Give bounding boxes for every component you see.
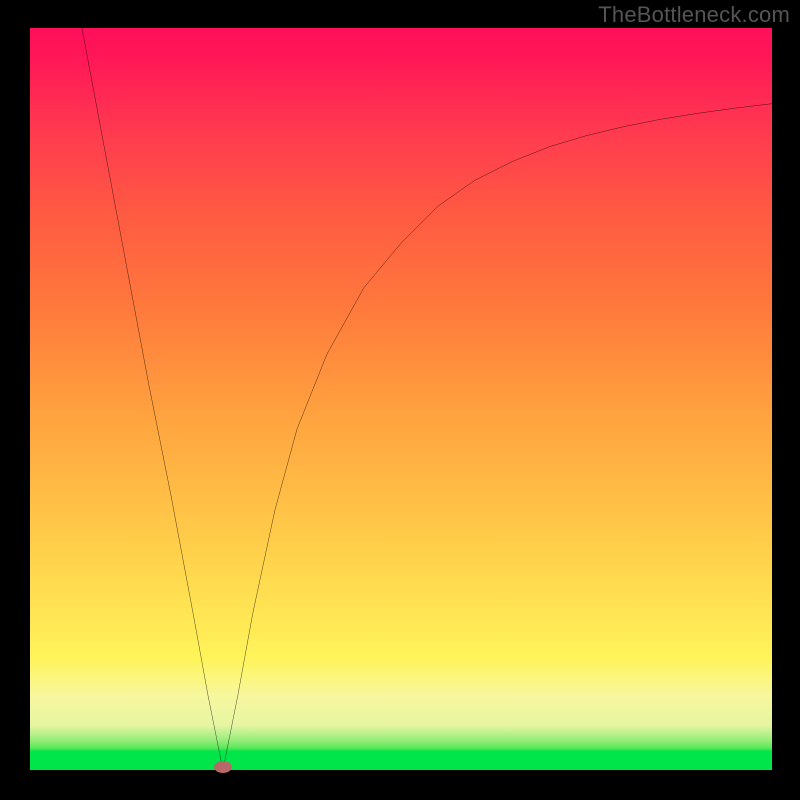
plot-area [30, 28, 772, 770]
optimal-point-marker [214, 761, 232, 773]
curve-svg [30, 28, 772, 770]
watermark-text: TheBottleneck.com [598, 2, 790, 28]
curve-polyline [82, 28, 772, 770]
chart-frame: TheBottleneck.com [0, 0, 800, 800]
bottleneck-curve [82, 28, 772, 770]
